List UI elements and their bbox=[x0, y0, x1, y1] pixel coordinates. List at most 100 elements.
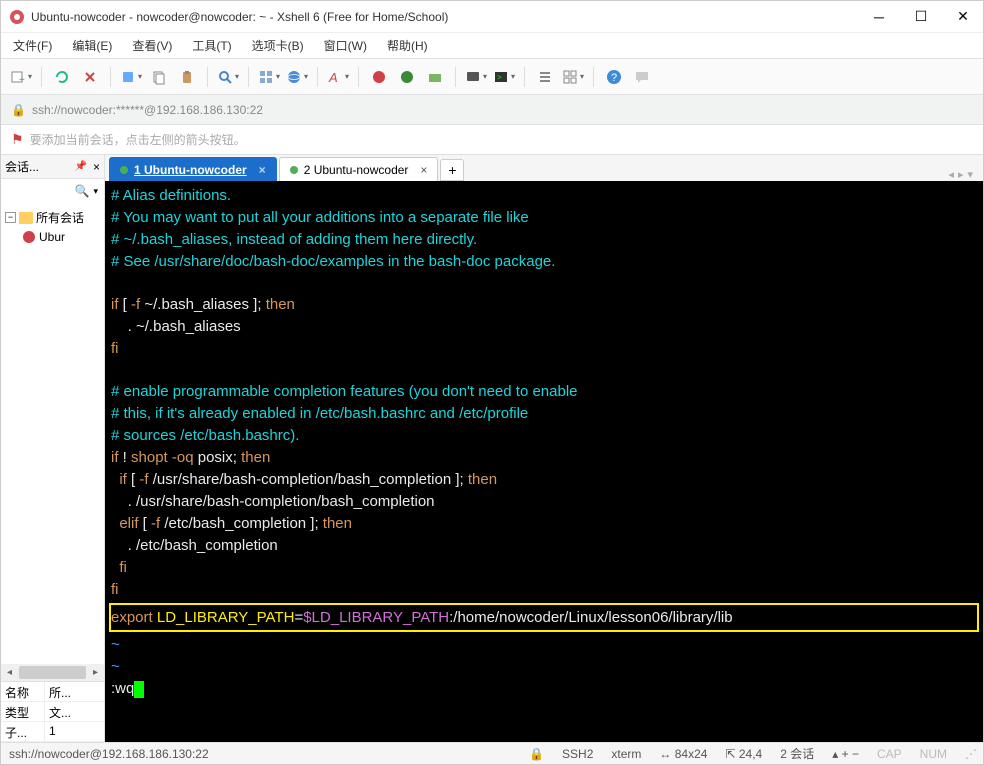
chevron-icon[interactable]: ▴ bbox=[832, 747, 838, 761]
separator bbox=[207, 67, 208, 87]
separator bbox=[317, 67, 318, 87]
separator bbox=[248, 67, 249, 87]
svg-text:>: > bbox=[497, 73, 502, 82]
svg-text:A: A bbox=[328, 70, 338, 85]
tab-close-icon[interactable]: × bbox=[420, 163, 427, 177]
close-button[interactable]: ✕ bbox=[951, 5, 975, 29]
session-tree: − 所有会话 Ubur bbox=[1, 203, 104, 664]
menu-tabs[interactable]: 选项卡(B) bbox=[248, 35, 308, 56]
cursor bbox=[134, 681, 144, 698]
font-button[interactable]: A▾ bbox=[326, 65, 350, 89]
hintbar: ⚑ 要添加当前会话，点击左侧的箭头按钮。 bbox=[1, 125, 983, 155]
tile-button[interactable]: ▾ bbox=[257, 65, 281, 89]
status-sessions: 2 会话 bbox=[780, 745, 814, 762]
terminal-button[interactable]: >▾ bbox=[492, 65, 516, 89]
tab-menu-icon[interactable]: ▾ bbox=[967, 168, 973, 181]
paste-button[interactable] bbox=[175, 65, 199, 89]
tab-prev-icon[interactable]: ◂ bbox=[948, 168, 954, 181]
status-cap: CAP bbox=[877, 747, 902, 761]
reconnect-button[interactable] bbox=[50, 65, 74, 89]
scroll-left-icon[interactable]: ◂ bbox=[1, 667, 18, 678]
search-icon: 🔍 bbox=[75, 184, 90, 198]
sidebar-title: 会话... bbox=[5, 158, 39, 175]
disconnect-button[interactable] bbox=[78, 65, 102, 89]
lock-icon: 🔒 bbox=[11, 103, 26, 117]
find-button[interactable]: ▾ bbox=[216, 65, 240, 89]
tab-close-icon[interactable]: × bbox=[259, 163, 266, 177]
sidebar-properties: 名称所... 类型文... 子...1 bbox=[1, 681, 104, 742]
scroll-thumb[interactable] bbox=[19, 666, 86, 679]
prop-row-name: 名称所... bbox=[1, 682, 104, 702]
lock-icon: 🔒 bbox=[529, 747, 544, 761]
grid-button[interactable]: ▾ bbox=[561, 65, 585, 89]
tab-add-button[interactable]: + bbox=[440, 159, 464, 181]
titlebar: Ubuntu-nowcoder - nowcoder@nowcoder: ~ -… bbox=[1, 1, 983, 33]
status-connection: ssh://nowcoder@192.168.186.130:22 bbox=[9, 747, 209, 761]
terminal[interactable]: # Alias definitions. # You may want to p… bbox=[105, 181, 983, 742]
globe-button[interactable]: ▾ bbox=[285, 65, 309, 89]
statusbar: ssh://nowcoder@192.168.186.130:22 🔒 SSH2… bbox=[1, 742, 983, 764]
separator bbox=[524, 67, 525, 87]
menubar: 文件(F) 编辑(E) 查看(V) 工具(T) 选项卡(B) 窗口(W) 帮助(… bbox=[1, 33, 983, 59]
sidebar-search[interactable]: 🔍 ▾ bbox=[1, 179, 104, 203]
menu-window[interactable]: 窗口(W) bbox=[320, 35, 371, 56]
tab-1[interactable]: 1 Ubuntu-nowcoder × bbox=[109, 157, 277, 181]
tab-2[interactable]: 2 Ubuntu-nowcoder × bbox=[279, 157, 439, 181]
svg-text:+: + bbox=[19, 75, 25, 85]
sidebar-close-icon[interactable]: × bbox=[93, 160, 100, 174]
tree-item-ubuntu[interactable]: Ubur bbox=[3, 228, 102, 246]
xshell-button[interactable] bbox=[367, 65, 391, 89]
status-term: xterm bbox=[611, 747, 641, 761]
status-num: NUM bbox=[920, 747, 947, 761]
properties-button[interactable]: ▾ bbox=[119, 65, 143, 89]
address-text: ssh://nowcoder:******@192.168.186.130:22 bbox=[32, 103, 263, 117]
scroll-right-icon[interactable]: ▸ bbox=[87, 667, 104, 678]
minus-icon[interactable]: − bbox=[852, 747, 859, 761]
list-button[interactable] bbox=[533, 65, 557, 89]
separator bbox=[455, 67, 456, 87]
folder-button[interactable] bbox=[423, 65, 447, 89]
plus-icon[interactable]: + bbox=[842, 747, 849, 761]
menu-tools[interactable]: 工具(T) bbox=[188, 35, 235, 56]
addressbar[interactable]: 🔒 ssh://nowcoder:******@192.168.186.130:… bbox=[1, 95, 983, 125]
screen-button[interactable]: ▾ bbox=[464, 65, 488, 89]
tab-2-label: 2 Ubuntu-nowcoder bbox=[304, 163, 409, 177]
prop-row-child: 子...1 bbox=[1, 722, 104, 742]
session-icon bbox=[22, 230, 36, 244]
help-button[interactable]: ? bbox=[602, 65, 626, 89]
app-icon bbox=[9, 9, 25, 25]
xftp-button[interactable] bbox=[395, 65, 419, 89]
separator bbox=[41, 67, 42, 87]
position-icon: ⇱ bbox=[725, 747, 735, 761]
hint-text: 要添加当前会话，点击左侧的箭头按钮。 bbox=[30, 131, 246, 148]
maximize-button[interactable]: ☐ bbox=[909, 5, 933, 29]
sidebar-header: 会话... 📌 × bbox=[1, 155, 104, 179]
sidebar-hscroll[interactable]: ◂ ▸ bbox=[1, 664, 104, 681]
svg-text:?: ? bbox=[611, 72, 617, 84]
menu-edit[interactable]: 编辑(E) bbox=[68, 35, 116, 56]
menu-file[interactable]: 文件(F) bbox=[9, 35, 56, 56]
highlighted-line: export LD_LIBRARY_PATH=$LD_LIBRARY_PATH:… bbox=[109, 603, 979, 632]
menu-view[interactable]: 查看(V) bbox=[128, 35, 176, 56]
copy-button[interactable] bbox=[147, 65, 171, 89]
collapse-icon[interactable]: − bbox=[5, 212, 16, 223]
tree-item-label: Ubur bbox=[39, 230, 65, 244]
new-session-button[interactable]: +▾ bbox=[9, 65, 33, 89]
tree-root[interactable]: − 所有会话 bbox=[3, 207, 102, 228]
resize-grip-icon[interactable]: ⋰ bbox=[965, 747, 975, 761]
folder-icon bbox=[19, 212, 33, 224]
status-dot-icon bbox=[290, 166, 298, 174]
chevron-down-icon[interactable]: ▾ bbox=[93, 186, 98, 197]
separator bbox=[358, 67, 359, 87]
toolbar: +▾ ▾ ▾ ▾ ▾ A▾ ▾ >▾ ▾ ? bbox=[1, 59, 983, 95]
chat-button[interactable] bbox=[630, 65, 654, 89]
minimize-button[interactable]: ─ bbox=[867, 5, 891, 29]
status-size: 84x24 bbox=[675, 747, 708, 761]
tab-next-icon[interactable]: ▸ bbox=[958, 168, 964, 181]
pin-icon[interactable]: 📌 bbox=[75, 161, 87, 172]
menu-help[interactable]: 帮助(H) bbox=[383, 35, 432, 56]
status-dot-icon bbox=[120, 166, 128, 174]
window-title: Ubuntu-nowcoder - nowcoder@nowcoder: ~ -… bbox=[31, 10, 867, 24]
tree-root-label: 所有会话 bbox=[36, 209, 84, 226]
separator bbox=[593, 67, 594, 87]
